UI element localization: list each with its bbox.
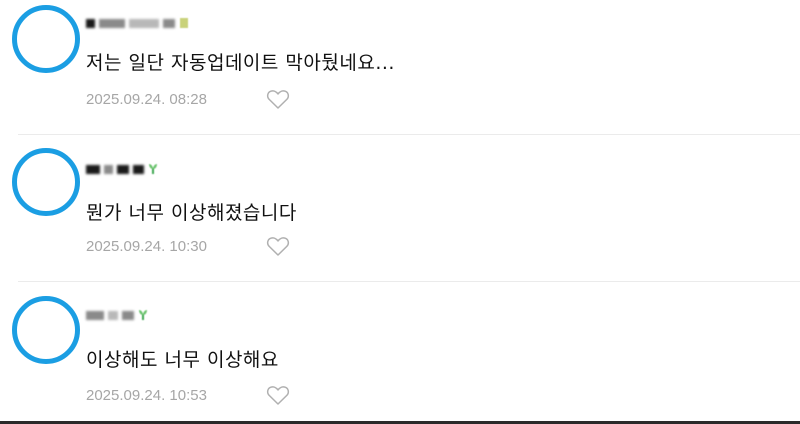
sprout-badge-icon [149,164,157,174]
comment-meta: 2025.09.24. 10:30 [86,235,290,257]
comment-date: 2025.09.24. 08:28 [86,90,207,108]
author-name-redacted[interactable] [86,162,158,176]
comment-item: 저는 일단 자동업데이트 막아뒀네요... 2025.09.24. 08:28 [0,0,800,130]
avatar[interactable] [12,296,80,364]
heart-outline-icon[interactable] [266,384,290,406]
heart-outline-icon[interactable] [266,235,290,257]
author-name-redacted[interactable] [86,308,148,322]
comment-item: 뭔가 너무 이상해졌습니다 2025.09.24. 10:30 [0,135,800,280]
comment-meta: 2025.09.24. 10:53 [86,384,290,406]
comment-meta: 2025.09.24. 08:28 [86,88,290,110]
author-name-redacted[interactable] [86,16,189,30]
comment-date: 2025.09.24. 10:30 [86,237,207,255]
comment-date: 2025.09.24. 10:53 [86,386,207,404]
heart-outline-icon[interactable] [266,88,290,110]
comment-text: 뭔가 너무 이상해졌습니다 [86,202,297,224]
avatar[interactable] [12,5,80,73]
sprout-badge-icon [139,310,147,320]
comment-list: 저는 일단 자동업데이트 막아뒀네요... 2025.09.24. 08:28 … [0,0,800,424]
comment-text: 이상해도 너무 이상해요 [86,349,279,371]
avatar[interactable] [12,148,80,216]
comment-text: 저는 일단 자동업데이트 막아뒀네요... [86,52,395,74]
badge-icon [180,18,188,28]
comment-item: 이상해도 너무 이상해요 2025.09.24. 10:53 [0,282,800,420]
